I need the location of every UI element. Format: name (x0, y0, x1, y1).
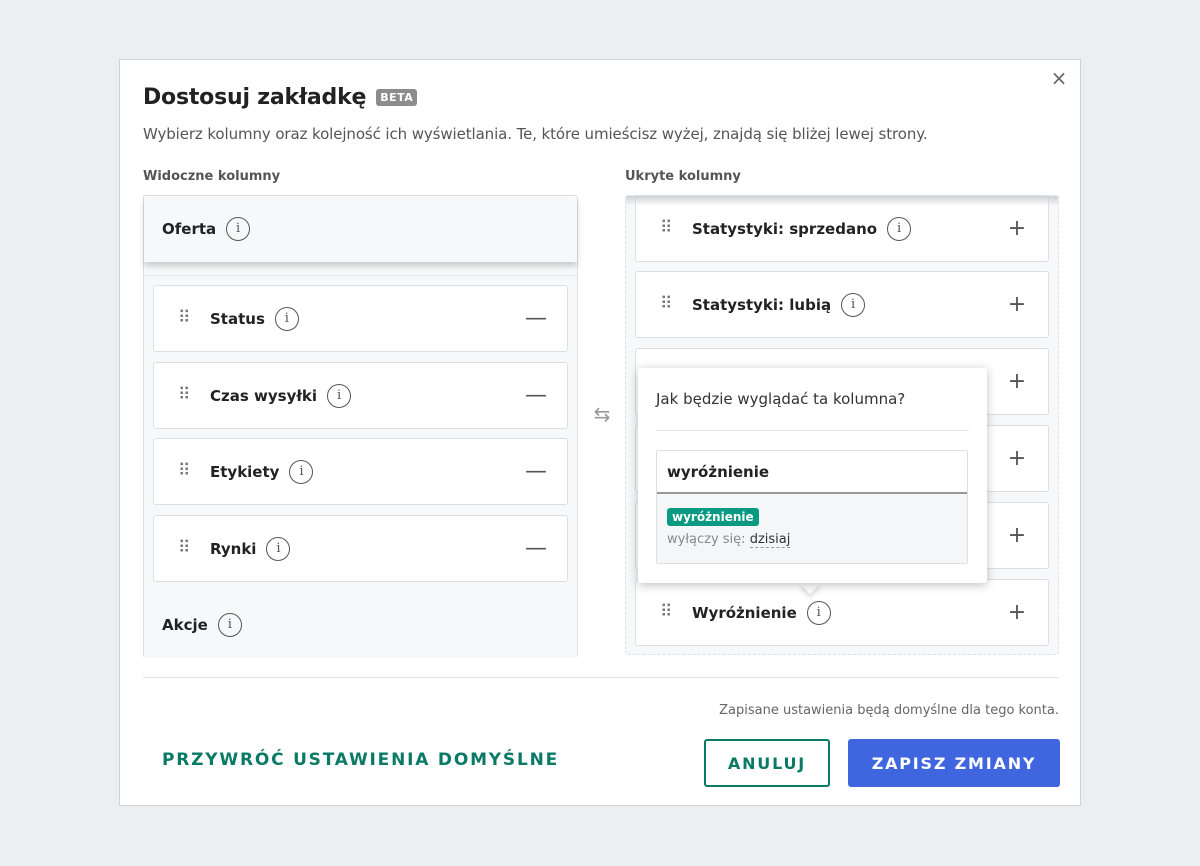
hidden-item-wyroznienie[interactable]: ⠿ Wyróżnienie i + (635, 579, 1049, 646)
customize-tab-dialog: × Dostosuj zakładkę BETA Wybierz kolumny… (119, 59, 1081, 806)
drag-handle-icon[interactable]: ⠿ (178, 463, 192, 480)
dialog-title: Dostosuj zakładkę (143, 85, 367, 110)
add-icon[interactable]: + (1006, 217, 1028, 240)
visible-item-rynki[interactable]: ⠿ Rynki i — (153, 515, 568, 582)
add-icon[interactable]: + (1006, 447, 1028, 470)
highlight-badge: wyróżnienie (667, 508, 759, 526)
remove-icon[interactable]: — (525, 537, 547, 560)
add-icon[interactable]: + (1006, 370, 1028, 393)
drag-handle-icon[interactable]: ⠿ (178, 387, 192, 404)
info-icon[interactable]: i (226, 217, 251, 241)
column-label: Etykiety (210, 462, 280, 481)
drag-handle-icon[interactable]: ⠿ (178, 540, 192, 557)
info-icon[interactable]: i (806, 600, 831, 625)
preview-sub-prefix: wyłączy się: (667, 532, 746, 547)
save-button[interactable]: ZAPISZ ZMIANY (848, 739, 1060, 787)
column-preview-popover: Jak będzie wyglądać ta kolumna? wyróżnie… (638, 368, 987, 583)
column-label: Status (210, 309, 265, 328)
visible-item-status[interactable]: ⠿ Status i — (153, 285, 568, 352)
preview-column-header: wyróżnienie (657, 451, 967, 494)
close-icon[interactable]: × (1048, 67, 1070, 89)
visible-item-etykiety[interactable]: ⠿ Etykiety i — (153, 438, 568, 505)
info-icon[interactable]: i (841, 292, 866, 317)
info-icon[interactable]: i (217, 613, 242, 637)
remove-icon[interactable]: — (525, 384, 547, 407)
hidden-item-statystyki-lubia[interactable]: ⠿ Statystyki: lubią i + (635, 271, 1049, 338)
column-label: Rynki (210, 539, 257, 558)
popover-title: Jak będzie wyglądać ta kolumna? (656, 390, 906, 408)
beta-badge: BETA (376, 89, 418, 106)
popover-divider (656, 430, 969, 431)
preview-cell: wyróżnienie wyłączy się: dzisiaj (657, 494, 967, 563)
info-icon[interactable]: i (327, 383, 352, 408)
restore-defaults-button[interactable]: PRZYWRÓĆ USTAWIENIA DOMYŚLNE (162, 750, 559, 770)
drag-handle-icon[interactable]: ⠿ (178, 310, 192, 327)
drag-handle-icon[interactable]: ⠿ (660, 604, 674, 621)
column-label: Czas wysyłki (210, 386, 318, 405)
remove-icon[interactable]: — (525, 460, 547, 483)
dialog-header: Dostosuj zakładkę BETA (143, 85, 418, 110)
column-label: Statystyki: sprzedano (692, 219, 878, 238)
preview-sub-value: dzisiaj (749, 532, 791, 548)
column-preview: wyróżnienie wyróżnienie wyłączy się: dzi… (656, 450, 968, 564)
preview-subtext: wyłączy się: dzisiaj (667, 532, 957, 548)
info-icon[interactable]: i (266, 536, 291, 561)
hidden-columns-label: Ukryte kolumny (625, 169, 741, 184)
fixed-column-label: Oferta (162, 220, 217, 238)
footer-note: Zapisane ustawienia będą domyślne dla te… (719, 703, 1059, 718)
visible-columns-panel: Oferta i ⠿ Status i — ⠿ Czas wysyłki i —… (143, 195, 578, 658)
cancel-button[interactable]: ANULUJ (704, 739, 830, 787)
info-icon[interactable]: i (289, 459, 314, 484)
fixed-column-label: Akcje (162, 616, 208, 634)
add-icon[interactable]: + (1006, 293, 1028, 316)
add-icon[interactable]: + (1006, 601, 1028, 624)
footer-divider (143, 677, 1059, 678)
swap-arrows-icon: ⇆ (593, 402, 611, 426)
add-icon[interactable]: + (1006, 524, 1028, 547)
drag-handle-icon[interactable]: ⠿ (660, 220, 674, 237)
column-label: Wyróżnienie (692, 603, 797, 622)
remove-icon[interactable]: — (525, 307, 547, 330)
info-icon[interactable]: i (274, 306, 299, 331)
scroll-shadow (626, 196, 1058, 206)
fixed-column-akcje: Akcje i (144, 592, 577, 658)
visible-item-czas-wysylki[interactable]: ⠿ Czas wysyłki i — (153, 362, 568, 429)
info-icon[interactable]: i (887, 216, 912, 241)
visible-columns-label: Widoczne kolumny (143, 169, 281, 184)
fixed-column-oferta: Oferta i (144, 196, 577, 262)
dialog-subtitle: Wybierz kolumny oraz kolejność ich wyświ… (143, 125, 928, 143)
column-label: Statystyki: lubią (692, 295, 832, 314)
panel-gap (144, 262, 577, 276)
drag-handle-icon[interactable]: ⠿ (660, 296, 674, 313)
